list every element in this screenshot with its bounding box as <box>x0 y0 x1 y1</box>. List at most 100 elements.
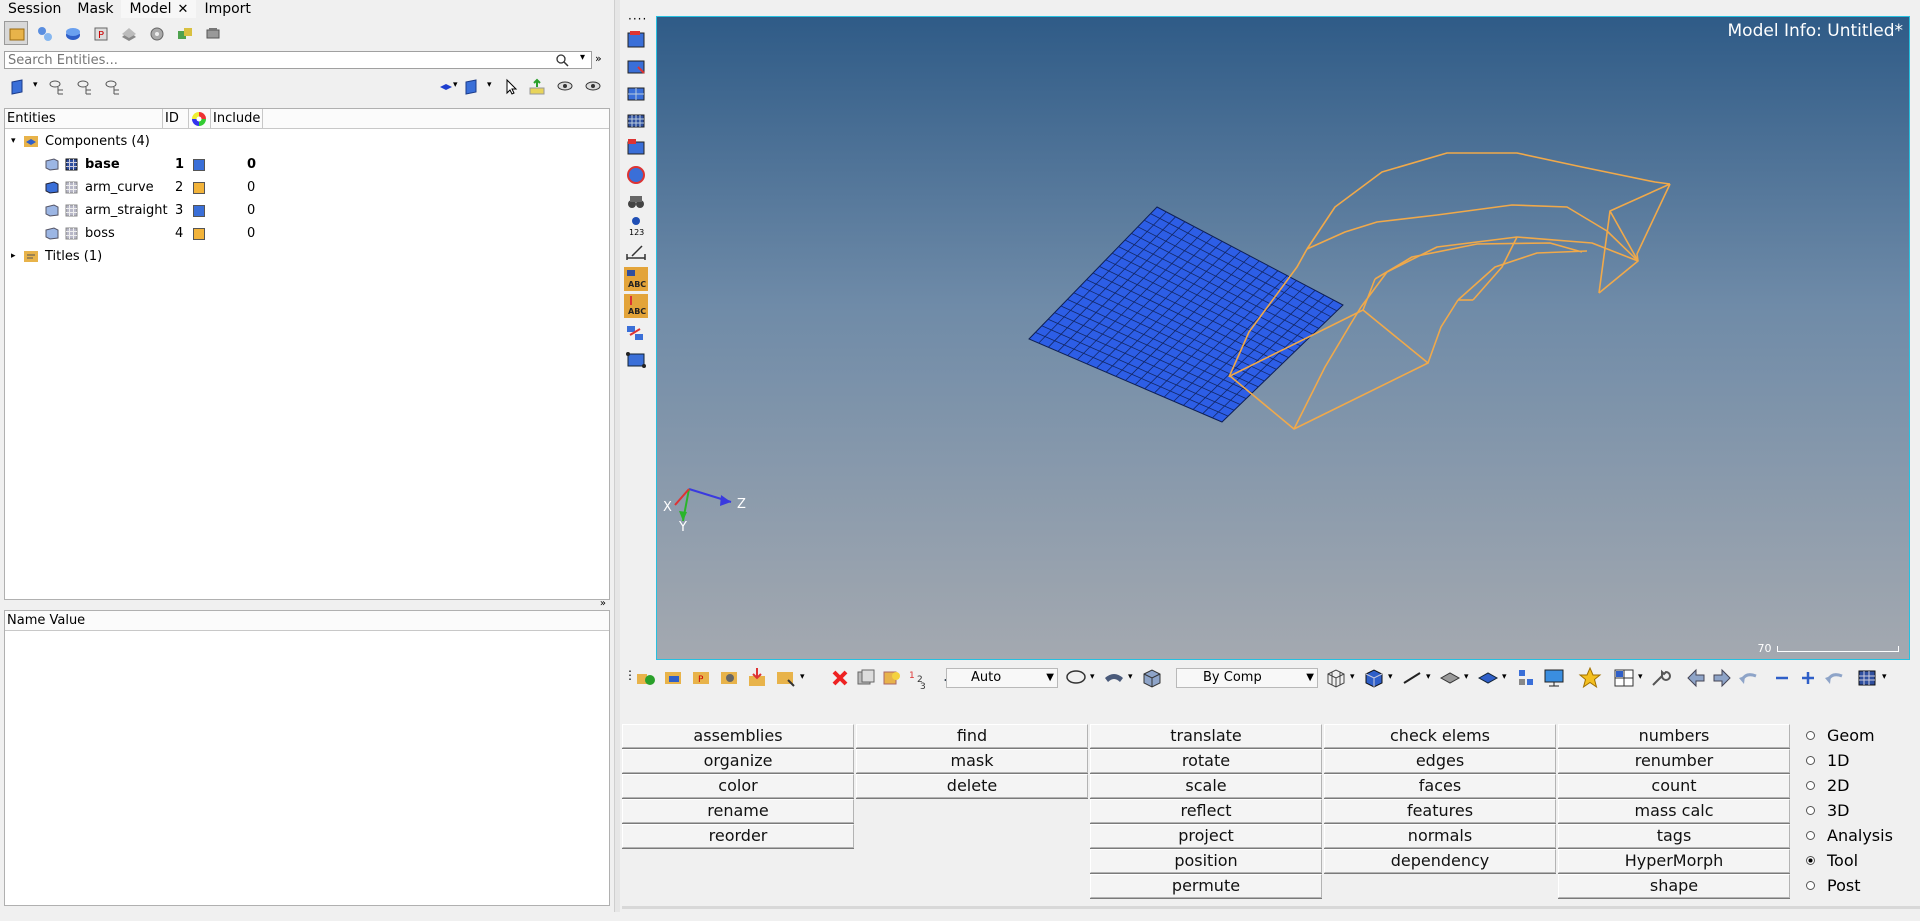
menu-reorder-button[interactable]: reorder <box>622 824 854 848</box>
assembly-view-button[interactable] <box>32 21 56 45</box>
hide-button[interactable] <box>854 666 878 690</box>
search-icon[interactable] <box>556 54 569 67</box>
display-loads-button[interactable] <box>746 666 770 690</box>
menu-hypermorph-button[interactable]: HyperMorph <box>1558 849 1790 873</box>
menu-reflect-button[interactable]: reflect <box>1090 799 1322 823</box>
material-view-button[interactable] <box>60 21 84 45</box>
zoom-out-button[interactable] <box>1770 666 1794 690</box>
label-comp-button[interactable]: ABC <box>624 267 648 291</box>
renumber-display-button[interactable]: 123 <box>906 666 930 692</box>
pick-button[interactable] <box>498 74 522 98</box>
include-column-header[interactable]: Include <box>211 109 263 129</box>
search-options-chevron-icon[interactable]: ▾ <box>580 52 585 63</box>
grip-icon[interactable]: ···· <box>628 12 647 26</box>
view-side-button[interactable] <box>624 55 648 79</box>
tab-mask[interactable]: Mask <box>69 0 121 18</box>
component-color-swatch[interactable] <box>193 228 205 240</box>
solid-display-button[interactable] <box>1140 666 1164 690</box>
show-button[interactable] <box>880 666 904 690</box>
menu-mask-button[interactable]: mask <box>856 749 1088 773</box>
search-input[interactable] <box>5 52 545 68</box>
tab-model[interactable]: Model ✕ <box>121 0 197 18</box>
previous-view-button[interactable] <box>1684 666 1708 690</box>
component-color-swatch[interactable] <box>193 182 205 194</box>
component-view-button[interactable] <box>4 21 28 45</box>
collapse-chevron-icon[interactable]: » <box>600 598 606 609</box>
radio-1d[interactable]: 1D <box>1806 749 1916 773</box>
menu-shape-button[interactable]: shape <box>1558 874 1790 898</box>
menu-find-button[interactable]: find <box>856 724 1088 748</box>
entities-column-header[interactable]: Entities <box>5 109 163 129</box>
show-all-button[interactable] <box>552 74 576 98</box>
shell-display-button[interactable]: ▾ <box>1102 666 1136 690</box>
view-top-button[interactable] <box>624 82 648 106</box>
graphics-viewport[interactable]: Model Info: Untitled* Z X Y 70 <box>656 16 1910 660</box>
system-view-button[interactable] <box>144 21 168 45</box>
menu-mass-calc-button[interactable]: mass calc <box>1558 799 1790 823</box>
view-front-button[interactable] <box>624 28 648 52</box>
display-assem-button[interactable] <box>718 666 742 690</box>
radio-2d[interactable]: 2D <box>1806 774 1916 798</box>
menu-faces-button[interactable]: faces <box>1324 774 1556 798</box>
set-view-button[interactable] <box>200 21 224 45</box>
measure-button[interactable] <box>624 240 648 264</box>
isolate-tree-button[interactable] <box>72 74 96 98</box>
menu-tags-button[interactable]: tags <box>1558 824 1790 848</box>
tree-row-arm-curve[interactable]: arm_curve 2 0 <box>5 176 609 199</box>
element-display-button[interactable]: ▾ <box>460 74 494 98</box>
undo-view-button[interactable] <box>1736 666 1760 690</box>
visualization-mode-select[interactable]: Auto ▼ <box>946 668 1058 688</box>
expand-tree-button[interactable] <box>44 74 68 98</box>
color-mode-select[interactable]: By Comp ▼ <box>1176 668 1318 688</box>
expand-chevron-icon[interactable]: » <box>595 52 602 65</box>
display-prop-button[interactable]: P <box>690 666 714 690</box>
load-collector-button[interactable] <box>116 21 140 45</box>
plane-view-button[interactable] <box>624 348 648 372</box>
surface-display-button[interactable]: ▾ <box>1438 666 1472 690</box>
menu-project-button[interactable]: project <box>1090 824 1322 848</box>
element-display-mode-button[interactable]: ▾ <box>1476 666 1510 690</box>
tree-node-components[interactable]: ▾ Components (4) <box>5 130 609 153</box>
display-comp-button[interactable] <box>662 666 686 690</box>
next-view-button[interactable] <box>1710 666 1734 690</box>
view-layout-button[interactable]: ▾ <box>1856 666 1890 690</box>
numbers-display-button[interactable]: 123 <box>624 214 648 238</box>
radio-post[interactable]: Post <box>1806 874 1916 898</box>
tools-button[interactable] <box>1648 666 1672 690</box>
menu-position-button[interactable]: position <box>1090 849 1322 873</box>
color-column-header[interactable] <box>189 109 211 129</box>
connector-display-button[interactable] <box>1514 666 1538 690</box>
show-one-button[interactable] <box>580 74 604 98</box>
show-tree-button[interactable] <box>100 74 124 98</box>
menu-assemblies-button[interactable]: assemblies <box>622 724 854 748</box>
menu-delete-button[interactable]: delete <box>856 774 1088 798</box>
tab-session[interactable]: Session <box>0 0 69 18</box>
id-column-header[interactable]: ID <box>163 109 189 129</box>
radio-tool[interactable]: Tool <box>1806 849 1916 873</box>
menu-organize-button[interactable]: organize <box>622 749 854 773</box>
tree-row-boss[interactable]: boss 4 0 <box>5 222 609 245</box>
property-view-button[interactable]: P <box>88 21 112 45</box>
menu-features-button[interactable]: features <box>1324 799 1556 823</box>
component-color-swatch[interactable] <box>193 205 205 217</box>
mask-toggle-button[interactable] <box>624 321 648 345</box>
menu-permute-button[interactable]: permute <box>1090 874 1322 898</box>
panel-splitter[interactable]: » <box>4 598 610 609</box>
radio-analysis[interactable]: Analysis <box>1806 824 1916 848</box>
menu-count-button[interactable]: count <box>1558 774 1790 798</box>
menu-edges-button[interactable]: edges <box>1324 749 1556 773</box>
label-elem-button[interactable]: ABC <box>624 294 648 318</box>
entity-color-button[interactable]: ▾ <box>434 74 460 98</box>
menu-rename-button[interactable]: rename <box>622 799 854 823</box>
find-attached-button[interactable] <box>624 190 648 214</box>
tree-node-titles[interactable]: ▸ Titles (1) <box>5 245 609 268</box>
menu-renumber-button[interactable]: renumber <box>1558 749 1790 773</box>
close-icon[interactable]: ✕ <box>178 2 189 17</box>
display-mode-button[interactable]: ▾ <box>6 74 40 98</box>
view-perspective-button[interactable] <box>624 163 648 187</box>
graphics-settings-button[interactable] <box>1542 666 1566 690</box>
menu-translate-button[interactable]: translate <box>1090 724 1322 748</box>
menu-normals-button[interactable]: normals <box>1324 824 1556 848</box>
tree-row-arm-straight[interactable]: arm_straight 3 0 <box>5 199 609 222</box>
page-layout-button[interactable]: ▾ <box>1612 666 1646 690</box>
